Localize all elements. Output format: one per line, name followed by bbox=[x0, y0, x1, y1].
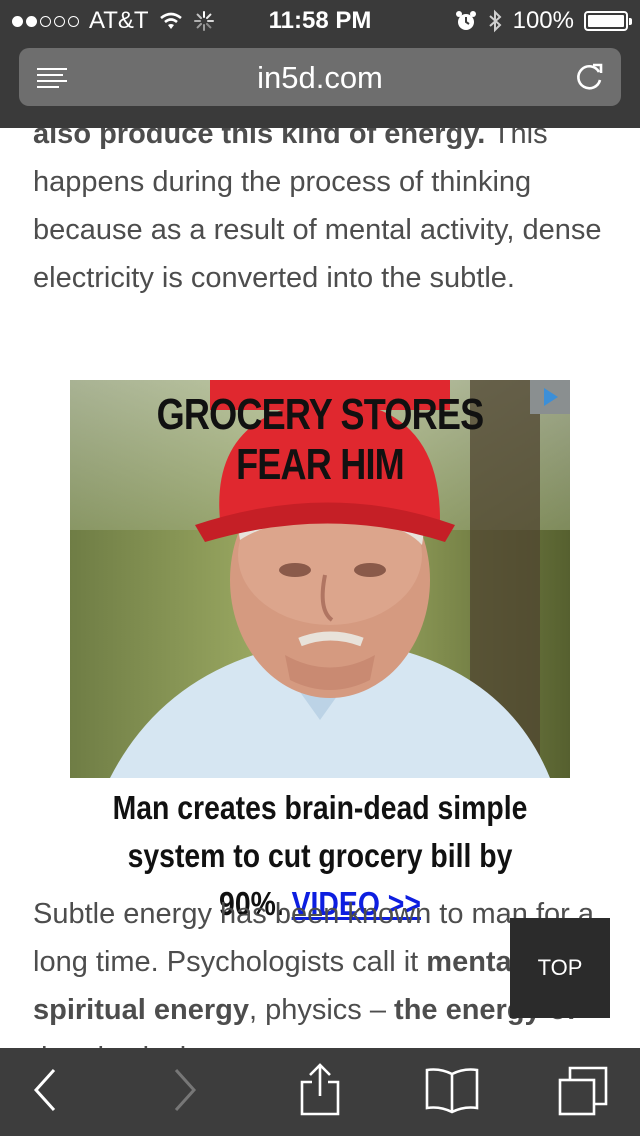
ad-headline[interactable]: GROCERY STORES FEAR HIM bbox=[115, 390, 525, 490]
battery-percent: 100% bbox=[512, 7, 574, 34]
adchoices-icon[interactable] bbox=[530, 380, 570, 414]
reload-icon[interactable] bbox=[575, 60, 605, 92]
article-bold-text: spiritual energy bbox=[33, 994, 249, 1026]
browser-chrome: AT&T 11:58 PM 100% in5d.com bbox=[0, 0, 640, 128]
article-bold-text: mental bbox=[426, 946, 520, 978]
back-icon[interactable] bbox=[30, 1066, 60, 1116]
alarm-icon bbox=[455, 11, 476, 30]
url-text[interactable]: in5d.com bbox=[19, 60, 621, 96]
advertisement[interactable]: GROCERY STORES FEAR HIM Man creates brai… bbox=[70, 380, 570, 922]
browser-toolbar bbox=[0, 1048, 640, 1136]
address-bar[interactable]: in5d.com bbox=[19, 48, 621, 106]
tabs-icon[interactable] bbox=[556, 1064, 612, 1118]
share-icon[interactable] bbox=[298, 1062, 342, 1118]
status-bar: AT&T 11:58 PM 100% bbox=[0, 0, 640, 40]
forward-icon[interactable] bbox=[170, 1066, 200, 1116]
ad-image[interactable]: GROCERY STORES FEAR HIM bbox=[70, 380, 570, 778]
scroll-to-top-button[interactable]: TOP bbox=[510, 918, 610, 1018]
article-text: happens during the process of thinking b… bbox=[33, 166, 602, 294]
battery-icon bbox=[584, 11, 632, 31]
bluetooth-icon bbox=[488, 9, 502, 33]
article-paragraph: also produce this kind of energy. This h… bbox=[33, 110, 613, 302]
bookmarks-icon[interactable] bbox=[424, 1066, 480, 1116]
article-text: , physics – bbox=[248, 994, 395, 1026]
